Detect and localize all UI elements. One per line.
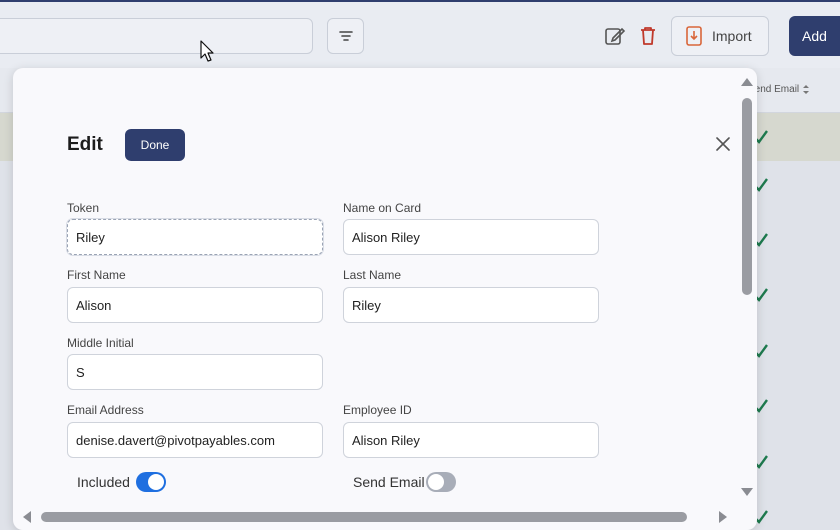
scroll-left-arrow[interactable] [23,511,31,523]
toolbar: Import Add [0,0,840,68]
sort-icon [803,85,810,94]
scroll-down-arrow[interactable] [741,488,753,496]
toggle-knob [428,474,444,490]
filter-button[interactable] [327,18,364,54]
middle-initial-label: Middle Initial [67,336,134,350]
email-address-label: Email Address [67,403,144,417]
add-button[interactable]: Add [789,16,840,56]
send-email-label: Send Email [353,474,425,490]
import-icon [686,26,702,46]
last-name-label: Last Name [343,268,402,282]
first-name-input[interactable]: Alison [67,287,323,323]
done-button[interactable]: Done [125,129,185,161]
send-email-toggle[interactable] [426,472,456,492]
employee-id-label: Employee ID [343,403,412,417]
column-header-send-email[interactable]: Send Email [748,84,810,95]
filter-icon [338,31,353,41]
search-input[interactable] [0,18,313,54]
trash-icon[interactable] [638,25,658,47]
toggle-knob [148,474,164,490]
edit-modal: Edit Done Token Riley Name on Card Aliso… [13,68,757,530]
name-on-card-label: Name on Card [343,201,422,215]
import-button[interactable]: Import [671,16,769,56]
scroll-right-arrow[interactable] [719,511,727,523]
close-icon[interactable] [716,137,730,151]
modal-title: Edit [67,134,103,155]
mouse-cursor-icon [200,40,214,62]
first-name-label: First Name [67,268,126,282]
import-label: Import [712,28,752,44]
included-toggle[interactable] [136,472,166,492]
edit-icon[interactable] [604,25,626,47]
name-on-card-input[interactable]: Alison Riley [343,219,599,255]
middle-initial-input[interactable]: S [67,354,323,390]
last-name-input[interactable]: Riley [343,287,599,323]
horizontal-scrollbar[interactable] [41,512,687,522]
vertical-scrollbar[interactable] [742,98,752,295]
employee-id-input[interactable]: Alison Riley [343,422,599,458]
token-label: Token [67,201,100,215]
email-address-input[interactable]: denise.davert@pivotpayables.com [67,422,323,458]
included-label: Included [77,474,130,490]
scroll-up-arrow[interactable] [741,78,753,86]
token-input[interactable]: Riley [67,219,323,255]
